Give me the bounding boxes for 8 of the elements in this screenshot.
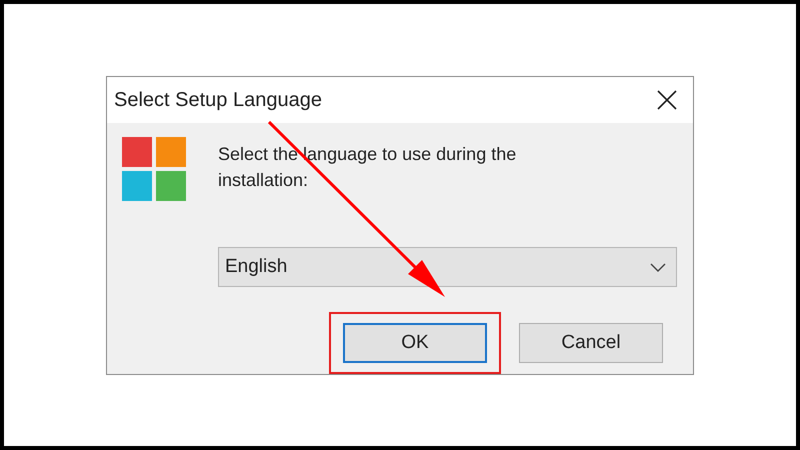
instruction-text: Select the language to use during the installation: (218, 143, 518, 192)
cancel-button[interactable]: Cancel (519, 323, 663, 363)
windows-squares-icon (122, 137, 186, 201)
language-dropdown[interactable]: English (218, 247, 677, 287)
ok-button[interactable]: OK (343, 323, 487, 363)
close-icon[interactable] (657, 90, 677, 110)
chevron-down-icon (650, 262, 666, 272)
window-title: Select Setup Language (114, 88, 322, 112)
